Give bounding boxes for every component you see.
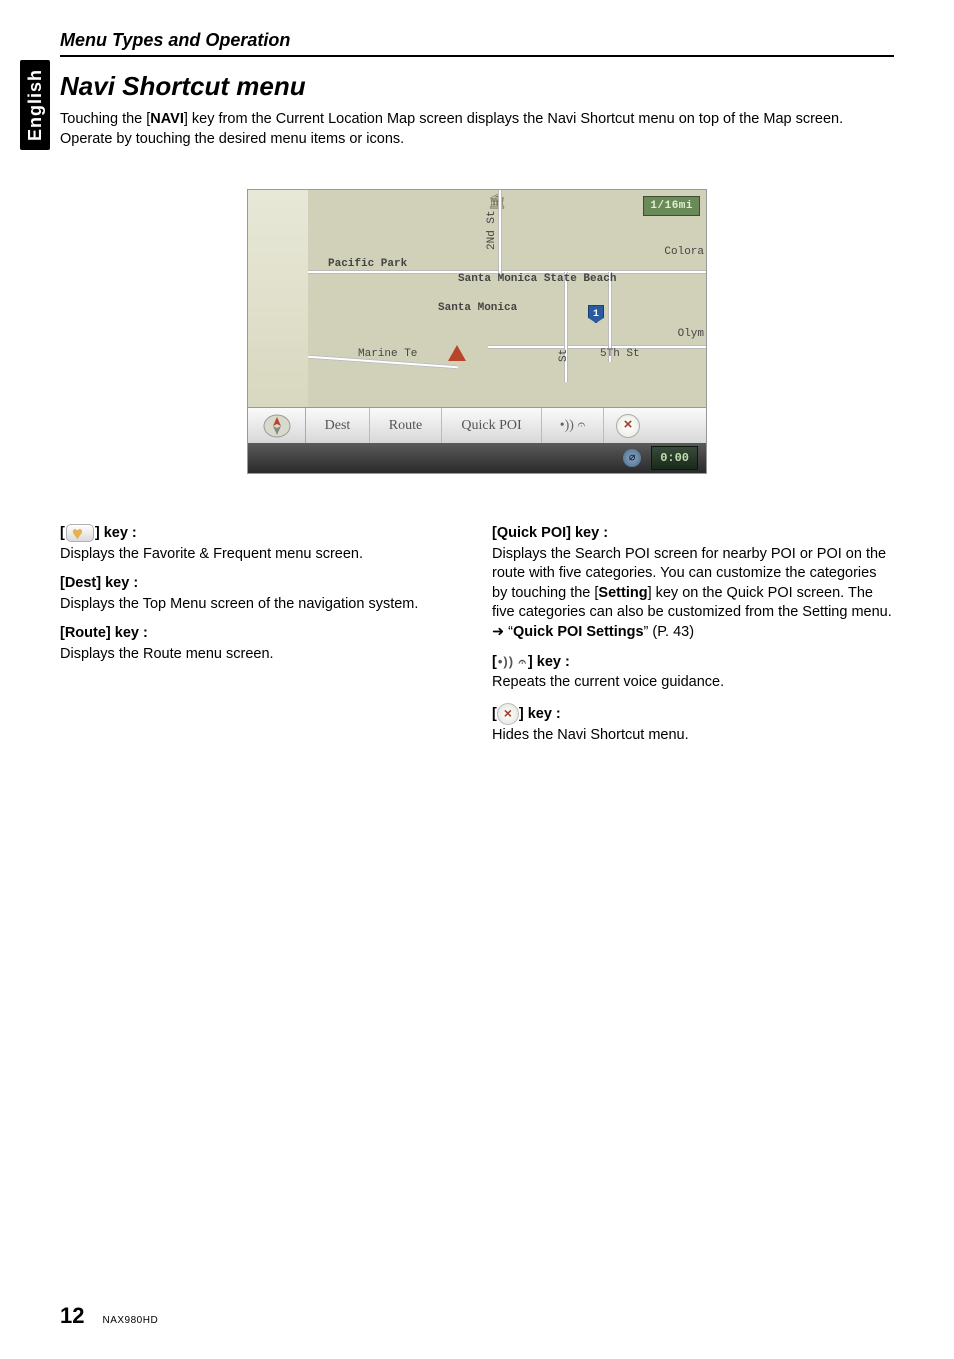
fav-key-desc: Displays the Favorite & Frequent menu sc… [60, 545, 462, 565]
fav-key-section: [] key : Displays the Favorite & Frequen… [60, 524, 462, 564]
voice-repeat-button[interactable]: •)) 𝄐 [542, 408, 604, 443]
close-button[interactable]: × [604, 408, 652, 443]
close-key-desc: Hides the Navi Shortcut menu. [492, 726, 894, 746]
description-columns: [] key : Displays the Favorite & Frequen… [60, 524, 894, 755]
qpoi-key-label: [Quick POI] key : [492, 524, 894, 544]
map-area: 1/16mi 🏛 Pacific Park Santa Monica State… [308, 190, 706, 407]
scale-badge[interactable]: 1/16mi [643, 196, 700, 216]
route-shield-icon: 1 [588, 305, 604, 323]
page-number: 12 [60, 1303, 84, 1329]
route-key-section: [Route] key : Displays the Route menu sc… [60, 624, 462, 664]
intro-paragraph: Touching the [NAVI] key from the Current… [60, 110, 894, 149]
screenshot-container: 1/16mi 🏛 Pacific Park Santa Monica State… [60, 189, 894, 474]
dest-key-section: [Dest] key : Displays the Top Menu scree… [60, 574, 462, 614]
screenshot-left-strip [248, 190, 308, 407]
dest-key-desc: Displays the Top Menu screen of the navi… [60, 595, 462, 615]
voice-key-desc: Repeats the current voice guidance. [492, 673, 894, 693]
breadcrumb: Menu Types and Operation [60, 30, 894, 57]
label-st: St [558, 349, 570, 362]
model-number: NAX980HD [102, 1315, 158, 1326]
label-marine-te: Marine Te [358, 348, 417, 360]
qpoi-key-desc: Displays the Search POI screen for nearb… [492, 545, 894, 643]
label-colora: Colora [664, 246, 704, 258]
dest-key-label: [Dest] key : [60, 574, 462, 594]
language-tab: English [20, 60, 50, 150]
car-position-icon [448, 345, 466, 361]
bank-icon: 🏛 [488, 194, 506, 208]
right-column: [Quick POI] key : Displays the Search PO… [492, 524, 894, 755]
favorite-compass-icon [262, 413, 292, 439]
favorite-icon [66, 524, 94, 542]
road-st-v [564, 272, 568, 382]
close-inline-icon: × [497, 703, 519, 725]
voice-key-section: [•)) 𝄐] key : Repeats the current voice … [492, 653, 894, 693]
road-2nd-v [498, 190, 502, 275]
label-2nd-st: 2Nd St [486, 211, 498, 251]
nav-screenshot: 1/16mi 🏛 Pacific Park Santa Monica State… [247, 189, 707, 474]
close-key-section: [×] key : Hides the Navi Shortcut menu. [492, 703, 894, 746]
label-5th-st: 5Th St [600, 348, 640, 360]
status-disc-icon: ∅ [623, 449, 641, 467]
section-title: Navi Shortcut menu [60, 71, 894, 102]
qpoi-key-section: [Quick POI] key : Displays the Search PO… [492, 524, 894, 642]
status-bar: ∅ 0:00 [248, 443, 706, 473]
route-button[interactable]: Route [370, 408, 442, 443]
route-key-label: [Route] key : [60, 624, 462, 644]
voice-inline-icon: •)) 𝄐 [498, 653, 527, 671]
label-santa-monica: Santa Monica [438, 302, 517, 314]
label-sm-state-beach: Santa Monica State Beach [458, 273, 616, 285]
route-key-desc: Displays the Route menu screen. [60, 645, 462, 665]
left-column: [] key : Displays the Favorite & Frequen… [60, 524, 462, 755]
status-time: 0:00 [651, 446, 698, 470]
close-icon: × [616, 414, 640, 438]
voice-icon: •)) 𝄐 [560, 418, 586, 434]
label-pacific-park: Pacific Park [328, 258, 407, 270]
nav-shortcut-bar: Dest Route Quick POI •)) 𝄐 × [248, 407, 706, 443]
quick-poi-button[interactable]: Quick POI [442, 408, 542, 443]
dest-button[interactable]: Dest [306, 408, 370, 443]
label-olym: Olym [678, 328, 704, 340]
favorite-button[interactable] [248, 408, 306, 443]
page-footer: 12 NAX980HD [60, 1303, 158, 1329]
road-5th-h [488, 345, 706, 349]
